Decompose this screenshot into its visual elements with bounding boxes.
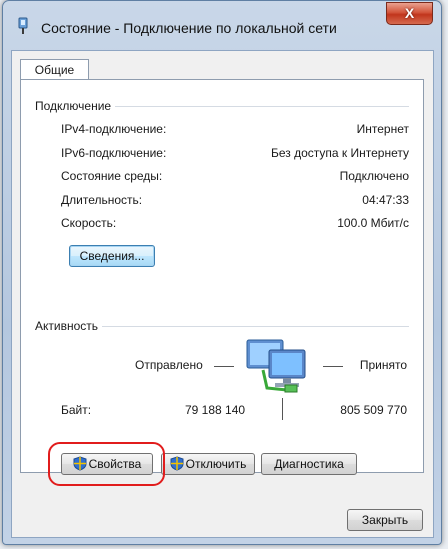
title-bar[interactable]: Состояние - Подключение по локальной сет… [3,1,441,47]
tab-panel-general: Подключение IPv4-подключение: Интернет I… [20,79,424,486]
activity-heading: Активность [35,319,103,333]
duration-value: 04:47:33 [362,193,409,207]
disable-label: Отключить [185,457,247,471]
bytes-sent-value: 79 188 140 [185,403,246,417]
row-speed: Скорость: 100.0 Мбит/с [61,216,409,232]
sent-label: Отправлено [135,358,203,372]
row-ipv6: IPv6-подключение: Без доступа к Интернет… [61,146,409,162]
ipv4-value: Интернет [356,122,409,136]
disable-button[interactable]: Отключить [161,453,255,475]
status-window: Состояние - Подключение по локальной сет… [2,0,442,545]
close-window-button[interactable]: X [386,2,433,25]
window-title: Состояние - Подключение по локальной сет… [41,20,337,36]
tab-general[interactable]: Общие [20,59,89,80]
received-label: Принято [359,358,407,372]
close-button[interactable]: Закрыть [347,509,423,531]
row-ipv4: IPv4-подключение: Интернет [61,122,409,138]
ipv6-value: Без доступа к Интернету [270,146,409,160]
media-state-label: Состояние среды: [61,169,163,183]
media-state-value: Подключено [339,169,409,183]
received-connector [323,366,343,367]
activity-separator [282,398,283,420]
connection-heading: Подключение [35,99,116,113]
dialog-client-area: Общие Подключение IPv4-подключение: Инте… [11,50,434,538]
diagnose-button[interactable]: Диагностика [261,453,357,475]
row-media-state: Состояние среды: Подключено [61,169,409,185]
speed-value: 100.0 Мбит/с [337,216,409,230]
network-adapter-icon [18,17,28,34]
duration-label: Длительность: [61,193,143,207]
uac-shield-icon [170,456,184,471]
network-computers-icon [246,339,306,393]
properties-highlight-annotation [48,442,165,486]
bytes-received-value: 805 509 770 [340,403,407,417]
details-button[interactable]: Сведения... [69,245,155,267]
ipv6-label: IPv6-подключение: [61,146,167,160]
speed-label: Скорость: [61,216,117,230]
sent-connector [214,366,234,367]
ipv4-label: IPv4-подключение: [61,122,167,136]
row-duration: Длительность: 04:47:33 [61,193,409,209]
bytes-label: Байт: [61,403,92,417]
